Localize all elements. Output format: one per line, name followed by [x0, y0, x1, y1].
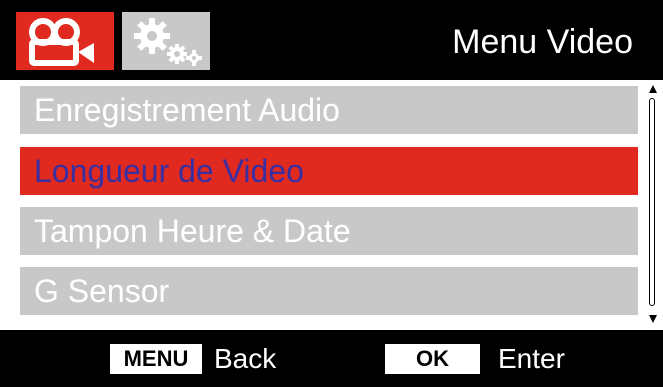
- menu-item-tampon-heure-date[interactable]: Tampon Heure & Date: [20, 207, 638, 255]
- page-title: Menu Video: [452, 23, 633, 61]
- scroll-down-arrow-icon[interactable]: [648, 314, 658, 324]
- video-camera-icon: [29, 18, 94, 66]
- tab-settings[interactable]: [122, 12, 210, 70]
- back-label: Back: [214, 343, 277, 374]
- scroll-up-arrow-icon[interactable]: [648, 84, 658, 94]
- header-bar: Menu Video: [0, 0, 663, 80]
- menu-item-longueur-de-video[interactable]: Longueur de Video: [20, 147, 638, 195]
- menu-list: Enregistrement Audio Longueur de Video T…: [0, 80, 663, 330]
- ok-key-badge: OK: [385, 344, 480, 374]
- menu-key-badge: MENU: [110, 344, 202, 374]
- enter-label: Enter: [498, 343, 565, 374]
- tab-video[interactable]: [16, 12, 114, 70]
- menu-item-g-sensor[interactable]: G Sensor: [20, 267, 638, 315]
- gears-icon: [134, 18, 202, 66]
- scrollbar[interactable]: [646, 84, 660, 324]
- menu-item-enregistrement-audio[interactable]: Enregistrement Audio: [20, 86, 638, 134]
- dashcam-screen: Menu Video Enregistrement Audio Longueur…: [0, 0, 663, 387]
- scroll-track[interactable]: [649, 98, 655, 306]
- footer-bar: MENU Back OK Enter: [0, 330, 663, 387]
